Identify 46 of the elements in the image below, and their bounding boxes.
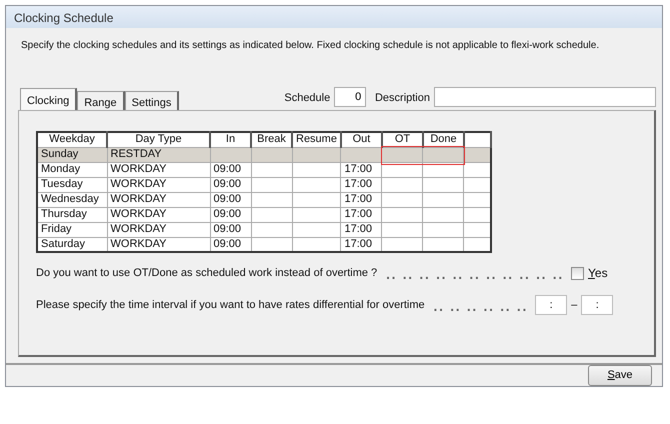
description-field[interactable] [434, 87, 656, 107]
dotted-leader: .. .. .. .. .. .. [432, 293, 528, 318]
question-text: Please specify the time interval if you want to have rates differential for overtime [36, 298, 425, 313]
column-header: Break [251, 132, 292, 147]
save-button[interactable]: Save [588, 365, 652, 386]
column-header: Day Type [107, 132, 210, 147]
question-text: Do you want to use OT/Done as scheduled work instead of overtime ? [36, 266, 378, 281]
table-cell: RESTDAY [107, 147, 210, 162]
table-cell: Thursday [37, 207, 107, 222]
table-cell: Friday [37, 222, 107, 237]
table-cell: 09:00 [210, 207, 251, 222]
time-field[interactable]: : [535, 295, 568, 315]
table-cell: Monday [37, 162, 107, 177]
table-cell: 17:00 [340, 162, 382, 177]
column-header: Resume [292, 132, 341, 147]
tab[interactable]: Settings [124, 91, 180, 110]
column-header: In [210, 132, 251, 147]
table-cell: 17:00 [340, 207, 382, 222]
table-cell: WORKDAY [107, 177, 210, 192]
field-label: Schedule [284, 91, 330, 106]
table-cell: 09:00 [210, 222, 251, 237]
table-cell: Sunday [37, 147, 107, 162]
table-cell: WORKDAY [107, 207, 210, 222]
column-header: Weekday [37, 132, 107, 147]
table-cell: 09:00 [210, 162, 251, 177]
table-cell: WORKDAY [107, 222, 210, 237]
checkbox[interactable]: Yes [571, 264, 608, 282]
table-cell: WORKDAY [107, 162, 210, 177]
table-cell: 17:00 [340, 222, 382, 237]
table-cell: WORKDAY [107, 192, 210, 207]
field-label: Description [374, 91, 430, 106]
dotted-leader: .. .. .. .. .. .. .. .. .. .. .. [385, 261, 563, 286]
table-cell: 17:00 [340, 192, 382, 207]
table-cell: 09:00 [210, 192, 251, 207]
window-title: Clocking Schedule [6, 6, 662, 28]
dash-separator: – [571, 298, 578, 313]
schedule-field[interactable]: 0 [334, 87, 366, 107]
table-cell: 17:00 [340, 177, 382, 192]
tab[interactable]: Clocking [20, 88, 78, 110]
table-cell: 09:00 [210, 177, 251, 192]
tab[interactable]: Range [77, 91, 125, 110]
time-field[interactable]: : [581, 295, 614, 315]
instruction-text: Specify the clocking schedules and its settings as indicated below. Fixed clocking schedule is not applicable to flexi-work schedule. [20, 39, 600, 53]
table-cell: Tuesday [37, 177, 107, 192]
column-header: Out [340, 132, 382, 147]
table-cell: Wednesday [37, 192, 107, 207]
